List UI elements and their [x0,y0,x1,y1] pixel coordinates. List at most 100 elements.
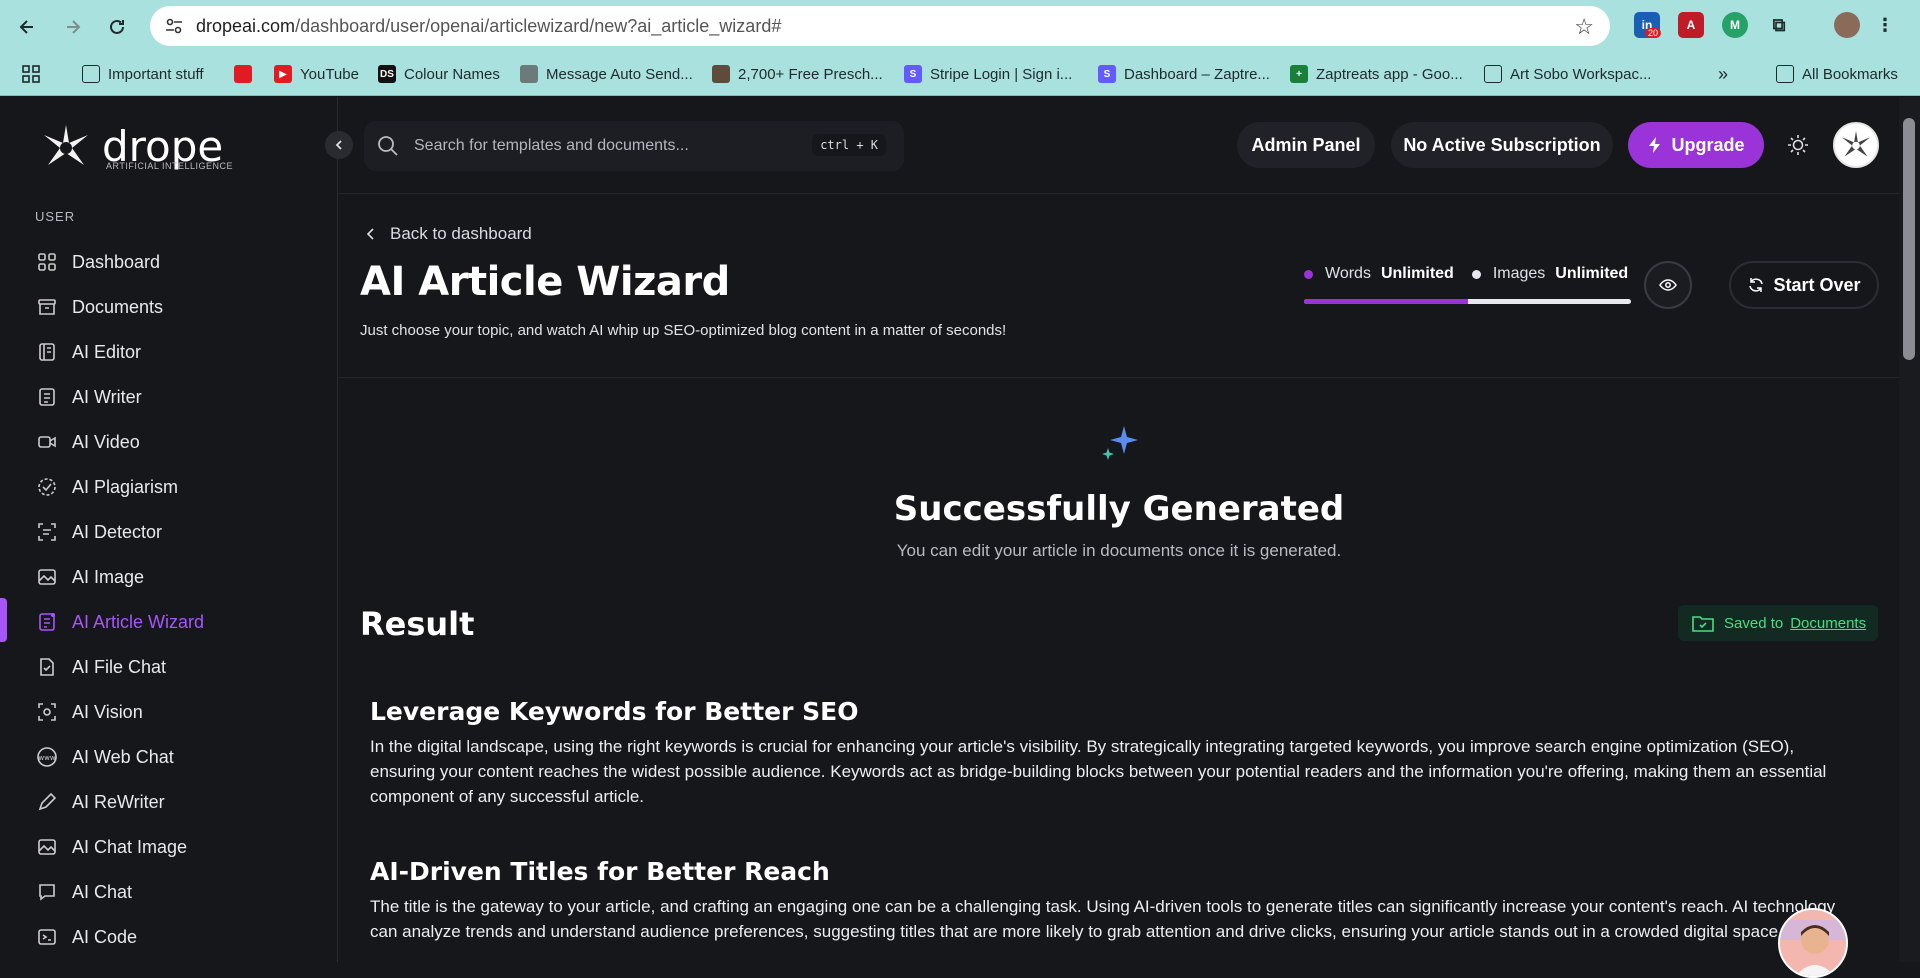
success-title: Successfully Generated [893,489,1345,529]
address-bar[interactable]: dropeai.com/dashboard/user/openai/articl… [150,6,1610,46]
apps-grid-icon[interactable] [22,52,40,96]
lightning-icon [1649,137,1661,153]
sidebar-item-ai-plagiarism[interactable]: AI Plagiarism [0,467,338,507]
extension-pdf-icon[interactable]: A [1678,12,1704,38]
start-over-button[interactable]: Start Over [1729,261,1879,309]
bookmark-colour-names[interactable]: DS Colour Names [378,52,500,96]
vision-icon [36,701,58,723]
sidebar-item-ai-writer[interactable]: AI Writer [0,377,338,417]
bookmark-red[interactable] [234,52,260,96]
scan-icon [36,521,58,543]
section-divider [339,377,1899,378]
article-paragraph: In the digital landscape, using the righ… [370,737,1827,806]
browser-menu-icon[interactable]: ⋮ [1872,12,1898,38]
scrollbar-thumb[interactable] [1903,118,1915,360]
bookmark-youtube[interactable]: ▶ YouTube [274,52,359,96]
reload-icon[interactable] [102,12,132,42]
svg-text:www: www [38,754,55,762]
preview-button[interactable] [1644,261,1692,309]
bookmark-free-presch[interactable]: 2,700+ Free Presch... [712,52,883,96]
credits-progress-bar [1304,299,1631,304]
extension-badge: 20 [1645,28,1662,38]
site-info-icon[interactable] [164,16,184,36]
check-circle-icon [36,476,58,498]
image-icon [712,65,730,83]
back-to-dashboard-link[interactable]: Back to dashboard [364,224,532,244]
upgrade-button[interactable]: Upgrade [1628,122,1764,168]
sidebar-item-ai-video[interactable]: AI Video [0,422,338,462]
sidebar-item-ai-editor[interactable]: AI Editor [0,332,338,372]
bookmark-art-sobo[interactable]: Art Sobo Workspac... [1484,52,1651,96]
images-value: Unlimited [1555,265,1629,282]
eye-icon [1659,279,1677,291]
refresh-icon [1749,278,1764,292]
chat-icon [36,881,58,903]
stripe-icon: S [1098,65,1116,83]
bookmark-dashboard-zaptre[interactable]: S Dashboard – Zaptre... [1098,52,1270,96]
back-arrow-icon[interactable] [12,12,42,42]
more-bookmarks-button[interactable]: » [1718,52,1728,96]
bookmark-stripe-login[interactable]: S Stripe Login | Sign i... [904,52,1072,96]
result-heading: Result [360,605,475,643]
saved-to-documents-badge: Saved to Documents [1678,605,1878,641]
article-paragraph: The title is the gateway to your article… [370,897,1836,941]
forward-arrow-icon[interactable] [58,12,88,42]
video-icon [36,431,58,453]
extensions-puzzle-icon[interactable]: ⧉ [1766,12,1792,38]
archive-icon [36,296,58,318]
image-icon [36,566,58,588]
bookmark-star-icon[interactable]: ☆ [1574,14,1594,40]
user-avatar[interactable] [1833,122,1879,168]
youtube-icon: ▶ [274,65,292,83]
message-icon [520,65,538,83]
person-avatar-icon [1780,910,1846,976]
images-label: Images [1492,265,1546,282]
subscription-button[interactable]: No Active Subscription [1391,122,1613,168]
sidebar-item-ai-chat-image[interactable]: AI Chat Image [0,827,338,867]
editor-icon [36,341,58,363]
support-chat-avatar[interactable] [1778,908,1848,978]
sidebar-item-ai-image[interactable]: AI Image [0,557,338,597]
words-label: Words [1325,265,1371,282]
document-icon [36,386,58,408]
stripe-icon: S [904,65,922,83]
folder-icon [1776,65,1794,83]
words-dot [1304,269,1313,279]
bookmark-message-auto-send[interactable]: Message Auto Send... [520,52,693,96]
bookmark-important-stuff[interactable]: Important stuff [82,52,204,96]
chevron-left-icon [335,140,342,150]
sidebar-item-ai-rewriter[interactable]: AI ReWriter [0,782,338,822]
sidebar-item-ai-detector[interactable]: AI Detector [0,512,338,552]
credits-summary: Words Unlimited Images Unlimited [1304,265,1628,283]
www-icon: www [36,746,58,768]
sidebar-item-documents[interactable]: Documents [0,287,338,327]
collapse-sidebar-button[interactable] [325,131,353,159]
sidebar-item-ai-vision[interactable]: AI Vision [0,692,338,732]
bookmark-zaptreats-app[interactable]: + Zaptreats app - Goo... [1290,52,1463,96]
sidebar-item-ai-file-chat[interactable]: AI File Chat [0,647,338,687]
all-bookmarks[interactable]: All Bookmarks [1776,52,1898,96]
documents-link[interactable]: Documents [1790,615,1866,632]
article-heading: AI-Driven Titles for Better Reach [370,857,830,886]
sidebar-item-dashboard[interactable]: Dashboard [0,242,338,282]
chevron-left-icon [366,228,374,240]
folder-icon [82,65,100,83]
search-input[interactable]: Search for templates and documents... ct… [364,121,904,171]
sidebar: drope ARTIFICIAL INTELLIGENCE USER Dashb… [0,97,338,962]
folder-check-icon [1692,616,1714,632]
sun-icon[interactable] [1786,133,1810,157]
sidebar-item-ai-chat[interactable]: AI Chat [0,872,338,912]
bookmark-red-icon [234,65,252,83]
admin-panel-button[interactable]: Admin Panel [1237,122,1375,168]
sidebar-item-ai-code[interactable]: AI Code [0,917,338,957]
profile-avatar-icon[interactable] [1834,12,1860,38]
mail-icon [1484,65,1502,83]
extension-m-icon[interactable]: M [1722,12,1748,38]
images-dot [1471,269,1481,279]
drope-logo-icon [44,125,88,165]
sidebar-section-user: USER [35,209,76,224]
sidebar-item-ai-article-wizard[interactable]: AI Article Wizard [0,602,338,642]
url-host: dropeai.com [196,15,296,36]
search-placeholder: Search for templates and documents... [414,137,689,154]
sidebar-item-ai-web-chat[interactable]: www AI Web Chat [0,737,338,777]
